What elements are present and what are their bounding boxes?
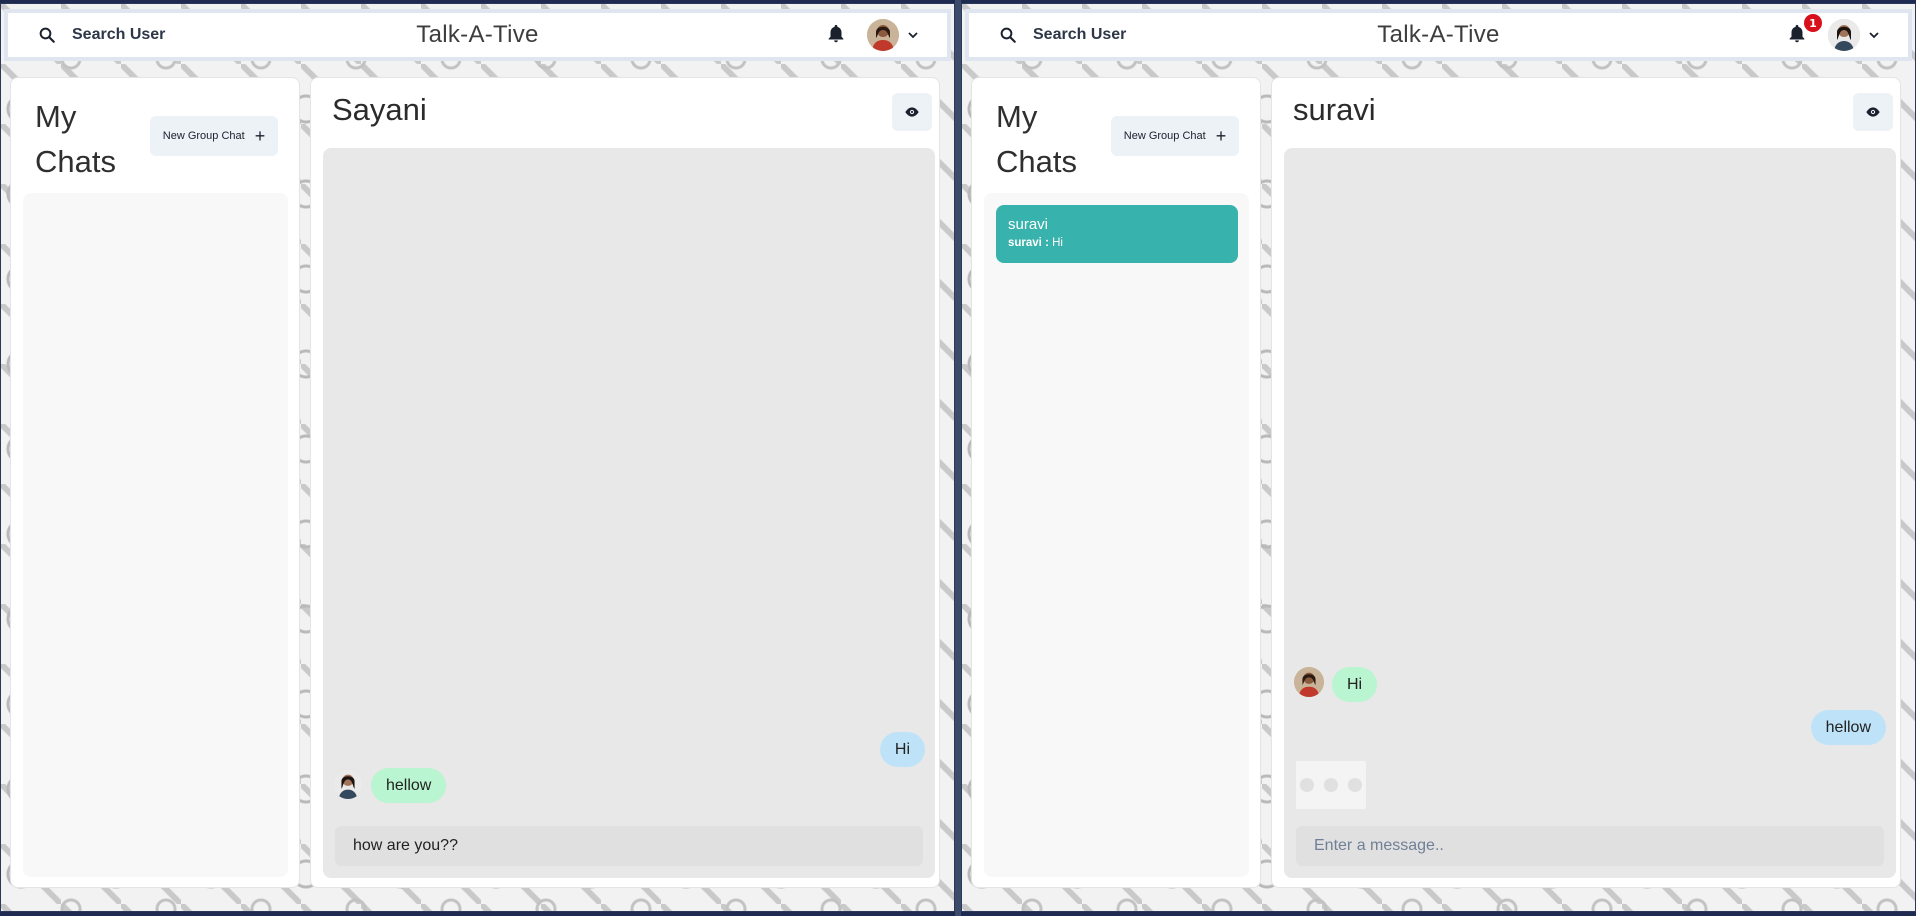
- messages-area: Hi hellow: [1284, 148, 1896, 878]
- chat-list: suravi suravi : Hi: [984, 193, 1249, 877]
- latest-message-text: Hi: [1052, 237, 1063, 249]
- my-chats-panel: My Chats New Group Chat + suravi suravi …: [971, 77, 1261, 888]
- latest-message-sender: suravi :: [1008, 237, 1049, 249]
- right-browser-pane: Search User Talk-A-Tive 1 My Chats New G…: [961, 3, 1916, 912]
- my-chats-heading: My Chats: [35, 99, 116, 179]
- chat-title: suravi: [1293, 92, 1376, 127]
- my-chats-heading: My Chats: [996, 99, 1077, 179]
- topbar-tools: 1: [1786, 13, 1880, 57]
- left-browser-pane: Search User Talk-A-Tive My Chats New Gro…: [0, 3, 955, 912]
- new-group-chat-button[interactable]: New Group Chat +: [1111, 116, 1239, 156]
- app-title: Talk-A-Tive: [1377, 21, 1500, 48]
- chat-title: Sayani: [332, 92, 427, 127]
- eye-icon: [1866, 107, 1880, 117]
- typing-dot: [1300, 778, 1314, 792]
- chat-item-name: suravi: [1008, 216, 1049, 233]
- message-bubble-sent: Hi: [879, 732, 925, 767]
- top-bar: Search User Talk-A-Tive: [4, 9, 951, 61]
- message-bubble-received: Hi: [1332, 667, 1378, 702]
- eye-icon: [905, 107, 919, 117]
- search-user-button[interactable]: Search User: [991, 18, 1134, 52]
- view-profile-button[interactable]: [892, 93, 932, 131]
- chevron-down-icon: [1868, 26, 1880, 45]
- profile-menu-button[interactable]: [1828, 19, 1880, 51]
- typing-dot: [1348, 778, 1362, 792]
- chat-box: suravi Hi hellow: [1271, 77, 1901, 888]
- my-chats-panel: My Chats New Group Chat +: [10, 77, 300, 888]
- notification-bell-button[interactable]: [825, 23, 849, 47]
- notification-count-badge: 1: [1804, 14, 1822, 32]
- app-title: Talk-A-Tive: [416, 21, 539, 48]
- new-group-chat-label: New Group Chat: [162, 130, 245, 142]
- bell-icon: [828, 24, 844, 43]
- search-user-button[interactable]: Search User: [30, 18, 173, 52]
- plus-icon: +: [1215, 126, 1227, 146]
- search-icon: [1000, 27, 1016, 43]
- avatar: [867, 19, 899, 51]
- new-group-chat-button[interactable]: New Group Chat +: [150, 116, 278, 156]
- top-bar: Search User Talk-A-Tive 1: [965, 9, 1912, 61]
- new-group-chat-label: New Group Chat: [1123, 130, 1206, 142]
- message-input[interactable]: [1296, 826, 1884, 866]
- search-user-label: Search User: [1033, 26, 1127, 43]
- sender-avatar[interactable]: [333, 769, 363, 799]
- chat-box: Sayani Hi hellow: [310, 77, 940, 888]
- chat-item-latest-message: suravi : Hi: [1008, 237, 1226, 249]
- profile-menu-button[interactable]: [867, 19, 919, 51]
- message-input[interactable]: [335, 826, 923, 866]
- search-user-label: Search User: [72, 26, 166, 43]
- notification-bell-button[interactable]: 1: [1786, 14, 1822, 47]
- sender-avatar[interactable]: [1294, 667, 1324, 697]
- view-profile-button[interactable]: [1853, 93, 1893, 131]
- avatar: [1828, 19, 1860, 51]
- messages-area: Hi hellow: [323, 148, 935, 878]
- chat-list-item-suravi[interactable]: suravi suravi : Hi: [996, 205, 1238, 263]
- chat-list: [23, 193, 288, 877]
- message-bubble-received: hellow: [371, 768, 447, 803]
- typing-indicator: [1296, 761, 1366, 809]
- chevron-down-icon: [907, 26, 919, 45]
- plus-icon: +: [254, 126, 266, 146]
- topbar-tools: [825, 13, 919, 57]
- message-bubble-sent: hellow: [1810, 710, 1886, 745]
- typing-dot: [1324, 778, 1338, 792]
- search-icon: [39, 27, 55, 43]
